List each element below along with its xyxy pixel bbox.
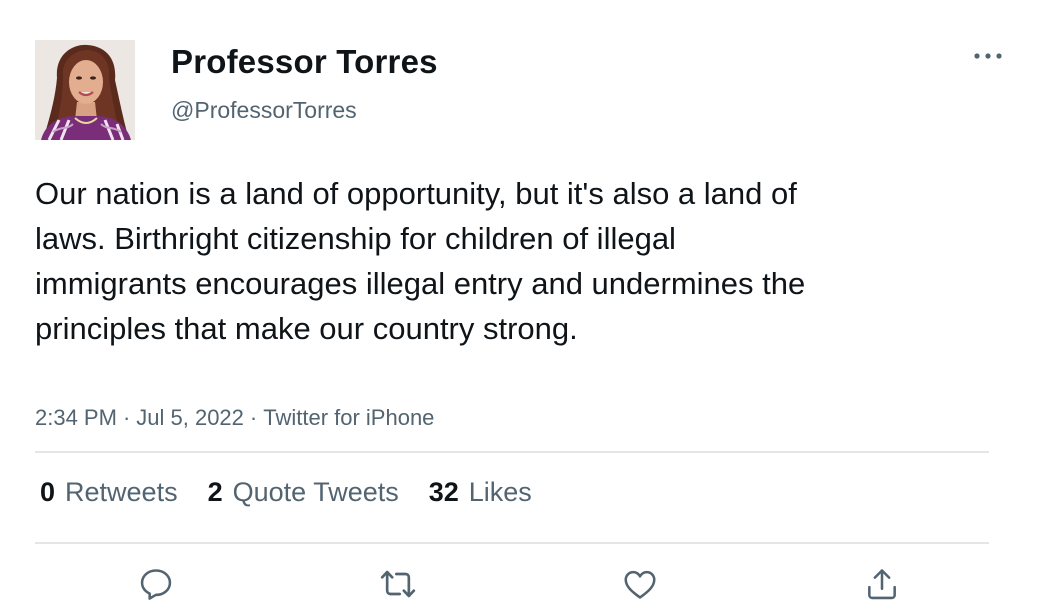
retweet-button[interactable] <box>378 564 418 604</box>
divider <box>35 451 989 453</box>
divider <box>35 542 989 544</box>
reply-icon <box>140 569 172 600</box>
likes-stat[interactable]: 32 Likes <box>429 477 532 508</box>
author-display-name[interactable]: Professor Torres <box>171 43 438 81</box>
quote-tweets-stat[interactable]: 2 Quote Tweets <box>208 477 399 508</box>
more-icon <box>974 53 1002 59</box>
tweet-date[interactable]: Jul 5, 2022 <box>136 405 244 431</box>
retweets-count: 0 <box>40 477 56 507</box>
share-icon <box>868 569 896 600</box>
likes-label: Likes <box>468 477 532 507</box>
author-handle[interactable]: @ProfessorTorres <box>171 97 357 124</box>
retweets-stat[interactable]: 0 Retweets <box>40 477 178 508</box>
avatar[interactable] <box>35 40 135 140</box>
more-options-button[interactable] <box>970 44 1006 68</box>
retweet-icon <box>380 570 416 598</box>
tweet-metadata: 2:34 PM · Jul 5, 2022 · Twitter for iPhone <box>35 405 434 431</box>
meta-separator: · <box>249 405 258 430</box>
share-button[interactable] <box>862 564 902 604</box>
quote-tweets-label: Quote Tweets <box>232 477 399 507</box>
tweet-source[interactable]: Twitter for iPhone <box>263 405 434 431</box>
tweet-stats: 0 Retweets 2 Quote Tweets 32 Likes <box>40 477 562 508</box>
tweet-time[interactable]: 2:34 PM <box>35 405 117 431</box>
quote-tweets-count: 2 <box>207 477 223 507</box>
like-icon <box>624 570 656 599</box>
tweet-text: Our nation is a land of opportunity, but… <box>35 176 806 346</box>
reply-button[interactable] <box>136 564 176 604</box>
likes-count: 32 <box>428 477 459 507</box>
profile-photo <box>35 40 135 140</box>
meta-separator: · <box>122 405 131 430</box>
retweets-label: Retweets <box>65 477 178 507</box>
like-button[interactable] <box>620 564 660 604</box>
